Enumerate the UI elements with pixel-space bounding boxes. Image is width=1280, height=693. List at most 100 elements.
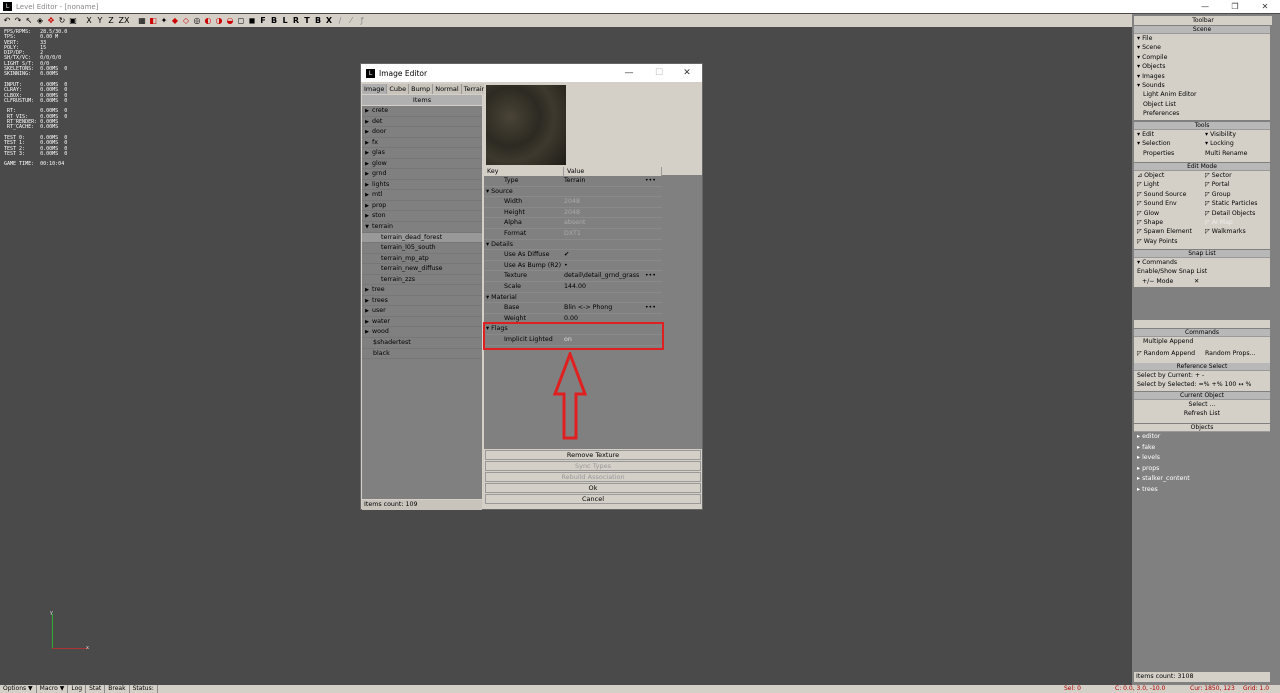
view-button-4[interactable]: T [302,16,312,26]
tools-item[interactable]: ▾ Edit [1134,130,1202,139]
texture-item[interactable]: terrain_new_diffuse [362,264,482,275]
collapsed-arrow-icon[interactable]: ▶ [362,285,372,296]
editmode-option[interactable]: ◸ Sound Env [1134,199,1202,208]
random-append-checkbox[interactable]: ◸ Random Append [1134,349,1202,358]
texture-item[interactable]: terrain_dead_forest [362,232,482,244]
editor-close-button[interactable]: ✕ [673,64,701,82]
collapsed-arrow-icon[interactable]: ▶ [362,169,372,180]
collapsed-arrow-icon[interactable]: ▶ [362,306,372,317]
editmode-option[interactable]: ◸ Group [1202,190,1270,199]
object-folder[interactable]: ▸ editor [1134,432,1270,443]
property-value[interactable]: 2048 [564,197,660,207]
property-value[interactable]: 2048 [564,208,660,218]
editmode-option[interactable]: ◸ AI Map [1202,218,1270,227]
axis-z-button[interactable]: Z [106,16,116,26]
snap-move-icon[interactable]: ◇ [181,16,191,26]
multiple-append-button[interactable]: Multiple Append [1134,337,1270,346]
select-object-button[interactable]: Select ... [1134,400,1270,409]
grid-icon[interactable]: ▦ [137,16,147,26]
close-button[interactable]: ✕ [1250,0,1280,13]
redo-icon[interactable]: ↷ [13,16,23,26]
tool-extra-0-icon[interactable]: ∕ [335,16,345,26]
folder-item[interactable]: ▶ water [362,317,482,328]
snap-surface-icon[interactable]: ◒ [225,16,235,26]
editmode-option[interactable]: ◸ Way Points [1134,237,1202,246]
texture-item[interactable]: terrain_mp_atp [362,254,482,265]
ellipsis-button[interactable]: ••• [645,303,656,314]
current-object-header[interactable]: Current Object [1134,392,1270,400]
object-folder[interactable]: ▸ levels [1134,453,1270,464]
property-value[interactable] [564,293,660,303]
folder-item[interactable]: ▶ tree [362,285,482,296]
snap-vertex-icon[interactable]: ✦ [159,16,169,26]
folder-item[interactable]: ▶ wood [362,327,482,339]
tools-header[interactable]: Tools [1134,122,1270,130]
tools-item[interactable]: ▾ Selection [1134,139,1202,148]
collapsed-arrow-icon[interactable]: ▶ [362,317,372,328]
object-folder[interactable]: ▸ fake [1134,443,1270,454]
status-item-4[interactable]: Break [105,685,130,693]
snap-item[interactable]: Enable/Show Snap List [1134,267,1270,276]
axis-x-button[interactable]: X [84,16,94,26]
editor-minimize-button[interactable]: — [615,64,643,82]
snap-icon[interactable]: ◧ [148,16,158,26]
scene-menu-item[interactable]: ▾ Images [1134,72,1270,81]
texture-item[interactable]: $shadertest [362,338,482,349]
select-by-selected[interactable]: Select by Selected: =% +% 100 ↔ % [1134,380,1270,389]
folder-item[interactable]: ▶ crete [362,106,482,117]
view-button-3[interactable]: R [291,16,301,26]
collapsed-arrow-icon[interactable]: ▶ [362,117,372,128]
axis-zx-button[interactable]: ZX [117,16,131,26]
ellipsis-button[interactable]: ••• [645,271,656,282]
collapsed-arrow-icon[interactable]: ▶ [362,201,372,212]
property-value[interactable]: absent [564,218,660,228]
expanded-arrow-icon[interactable]: ▼ [362,222,372,233]
property-value[interactable]: 144.00 [564,282,660,292]
snap-scale-icon[interactable]: ◐ [203,16,213,26]
status-item-1[interactable]: Macro ▼ [37,685,69,693]
ok-button[interactable]: Ok [485,483,701,493]
snap-mode-button[interactable]: +/− Mode [1134,277,1194,287]
scene-menu-item[interactable]: Preferences [1134,109,1270,118]
folder-item[interactable]: ▶ glas [362,148,482,159]
texture-item[interactable]: black [362,349,482,360]
tools-item[interactable]: ▾ Locking [1202,139,1270,148]
commands-header[interactable]: Commands [1134,329,1270,337]
property-value[interactable]: DXT1 [564,229,660,239]
camera-icon[interactable]: ◈ [35,16,45,26]
refresh-list-button[interactable]: Refresh List [1134,409,1270,418]
rotate-icon[interactable]: ↻ [57,16,67,26]
folder-item[interactable]: ▶ lights [362,180,482,191]
editmode-option[interactable]: ◸ Detail Objects [1202,209,1270,218]
collapsed-arrow-icon[interactable]: ▶ [362,211,372,222]
view-button-1[interactable]: B [269,16,279,26]
collapsed-arrow-icon[interactable]: ▶ [362,190,372,201]
tools-item[interactable]: Multi Rename [1202,149,1270,158]
random-props-button[interactable]: Random Props... [1202,349,1270,358]
editmode-option[interactable]: ◸ Light [1134,180,1202,189]
snap-item[interactable]: ▾ Commands [1134,258,1270,267]
view-button-0[interactable]: F [258,16,268,26]
snap-object-icon[interactable]: ◆ [170,16,180,26]
collapsed-arrow-icon[interactable]: ▶ [362,180,372,191]
editmode-option[interactable]: ⊿ Object [1134,171,1202,180]
view-button-2[interactable]: L [280,16,290,26]
snap-rotate-icon[interactable]: ◎ [192,16,202,26]
texture-item[interactable]: terrain_l05_south [362,243,482,254]
undo-icon[interactable]: ↶ [2,16,12,26]
cancel-button[interactable]: Cancel [485,494,701,504]
tab-cube[interactable]: Cube [387,84,410,94]
property-value[interactable]: ✔ [564,250,660,260]
folder-item[interactable]: ▶ fx [362,138,482,149]
zoom-selected-icon[interactable]: ◼ [247,16,257,26]
scene-menu-item[interactable]: ▾ Objects [1134,62,1270,71]
axis-y-button[interactable]: Y [95,16,105,26]
snap-close-icon[interactable]: ✕ [1194,277,1199,287]
scene-menu-item[interactable]: ▾ Sounds [1134,81,1270,90]
object-folder[interactable]: ▸ stalker_content [1134,474,1270,485]
zoom-extent-icon[interactable]: ◻ [236,16,246,26]
tool-extra-2-icon[interactable]: ƒ [357,16,367,26]
status-item-2[interactable]: Log [68,685,87,693]
folder-item[interactable]: ▶ door [362,127,482,138]
restore-button[interactable]: ❐ [1220,0,1250,13]
